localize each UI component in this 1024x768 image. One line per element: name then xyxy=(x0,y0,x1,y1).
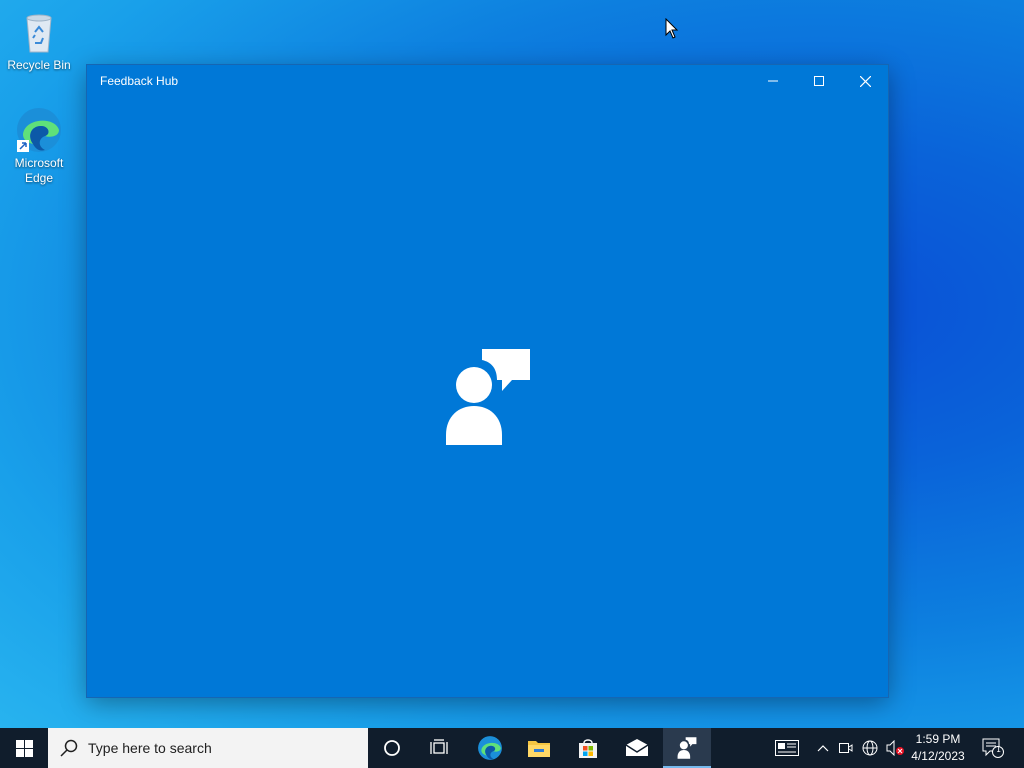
recycle-bin-icon xyxy=(26,14,52,53)
chevron-up-icon xyxy=(817,745,829,752)
desktop-icon-edge[interactable]: Microsoft Edge xyxy=(2,106,76,186)
task-view-button[interactable] xyxy=(416,728,464,768)
clock-date: 4/12/2023 xyxy=(911,749,965,763)
desktop-icon-label: Microsoft Edge xyxy=(14,156,64,185)
close-icon xyxy=(859,75,871,87)
file-explorer-button[interactable] xyxy=(515,728,563,768)
minimize-icon xyxy=(768,80,778,82)
network-icon xyxy=(862,740,878,756)
news-button[interactable] xyxy=(772,728,802,768)
notification-count-badge: 1 xyxy=(996,745,1002,754)
microsoft-store-button[interactable] xyxy=(564,728,612,768)
feedback-person-chat-icon xyxy=(446,349,530,445)
mouse-cursor-icon xyxy=(665,18,679,39)
search-icon xyxy=(60,739,78,757)
feedback-hub-window[interactable]: Feedback Hub xyxy=(87,65,888,697)
clock-time: 1:59 PM xyxy=(915,732,961,746)
taskbar-edge-button[interactable] xyxy=(466,728,514,768)
file-explorer-icon xyxy=(528,741,550,757)
start-button[interactable] xyxy=(0,728,48,768)
news-icon xyxy=(775,740,799,756)
maximize-icon xyxy=(814,76,824,86)
title-bar[interactable]: Feedback Hub xyxy=(87,65,888,97)
desktop-icon-recycle-bin[interactable]: Recycle Bin xyxy=(2,8,76,73)
cortana-button[interactable] xyxy=(368,728,416,768)
close-button[interactable] xyxy=(842,65,888,97)
edge-icon xyxy=(17,108,61,152)
mail-icon xyxy=(625,739,649,756)
desktop-icon-label: Recycle Bin xyxy=(7,58,71,72)
minimize-button[interactable] xyxy=(750,65,796,97)
meet-now-button[interactable] xyxy=(836,728,856,768)
action-center-button[interactable]: 1 xyxy=(978,728,1008,768)
search-placeholder: Type here to search xyxy=(88,740,212,756)
search-box[interactable]: Type here to search xyxy=(48,728,368,768)
volume-button[interactable] xyxy=(884,728,906,768)
feedback-hub-icon xyxy=(677,737,697,759)
cortana-icon xyxy=(384,740,400,756)
meet-now-icon xyxy=(839,743,853,753)
network-button[interactable] xyxy=(860,728,880,768)
window-title: Feedback Hub xyxy=(100,74,179,88)
maximize-button[interactable] xyxy=(796,65,842,97)
show-hidden-icons-button[interactable] xyxy=(812,728,834,768)
taskbar: Type here to search 1:59 PM 4/12/2023 1 xyxy=(0,728,1024,768)
edge-icon xyxy=(478,736,502,760)
task-view-icon xyxy=(430,739,448,754)
microsoft-store-icon xyxy=(579,739,597,758)
clock[interactable]: 1:59 PM 4/12/2023 xyxy=(905,731,971,765)
windows-logo-icon xyxy=(15,739,33,757)
mail-button[interactable] xyxy=(613,728,661,768)
volume-muted-icon xyxy=(886,740,904,756)
taskbar-feedback-hub-button[interactable] xyxy=(663,728,711,768)
